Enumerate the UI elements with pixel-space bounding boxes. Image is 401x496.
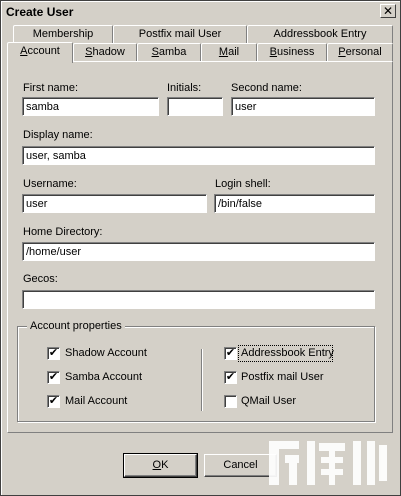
ok-button[interactable]: OK — [123, 453, 198, 478]
postfix-mail-user-label[interactable]: Postfix mail User — [241, 371, 324, 383]
second-name-label: Second name: — [231, 82, 302, 94]
username-input[interactable] — [22, 194, 207, 213]
check-mark-icon: ✔ — [48, 395, 59, 407]
addressbook-entry-checkbox[interactable]: ✔ — [224, 347, 237, 360]
display-name-input[interactable] — [22, 146, 375, 165]
tab-mail[interactable]: Mail — [201, 43, 257, 61]
gecos-input[interactable] — [22, 290, 375, 309]
username-label: Username: — [23, 178, 77, 190]
samba-account-label[interactable]: Samba Account — [65, 371, 142, 383]
qmail-user-checkbox[interactable] — [224, 395, 237, 408]
login-shell-input[interactable] — [214, 194, 375, 213]
shadow-account-checkbox[interactable]: ✔ — [47, 347, 60, 360]
shadow-account-label[interactable]: Shadow Account — [65, 347, 147, 359]
check-mark-icon: ✔ — [48, 371, 59, 383]
account-properties-title: Account properties — [27, 320, 125, 332]
first-name-label: First name: — [23, 82, 79, 94]
check-mark-icon: ✔ — [225, 371, 236, 383]
tab-membership[interactable]: Membership — [13, 25, 113, 43]
display-name-label: Display name: — [23, 129, 93, 141]
window-title: Create User — [6, 5, 74, 19]
tab-personal[interactable]: Personal — [327, 43, 393, 61]
first-name-input[interactable] — [22, 97, 159, 116]
check-mark-icon: ✔ — [225, 347, 236, 359]
home-directory-input[interactable] — [22, 242, 375, 261]
close-button[interactable]: ✕ — [380, 4, 396, 18]
check-mark-icon: ✔ — [48, 347, 59, 359]
second-name-input[interactable] — [231, 97, 375, 116]
group-divider — [201, 349, 202, 411]
addressbook-entry-label[interactable]: Addressbook Entry — [241, 347, 334, 359]
title-bar[interactable]: Create User ✕ — [2, 2, 399, 21]
mail-account-checkbox[interactable]: ✔ — [47, 395, 60, 408]
login-shell-label: Login shell: — [215, 178, 271, 190]
tab-postfix-mail-user[interactable]: Postfix mail User — [113, 25, 247, 43]
initials-input[interactable] — [167, 97, 223, 116]
postfix-mail-user-checkbox[interactable]: ✔ — [224, 371, 237, 384]
create-user-dialog: Create User ✕ Membership Postfix mail Us… — [0, 0, 401, 496]
tab-account[interactable]: Account — [7, 42, 73, 63]
samba-account-checkbox[interactable]: ✔ — [47, 371, 60, 384]
mail-account-label[interactable]: Mail Account — [65, 395, 127, 407]
initials-label: Initials: — [167, 82, 202, 94]
tab-addressbook-entry[interactable]: Addressbook Entry — [247, 25, 393, 43]
close-icon: ✕ — [382, 4, 394, 18]
home-directory-label: Home Directory: — [23, 226, 103, 238]
tab-shadow[interactable]: Shadow — [73, 43, 137, 61]
qmail-user-label[interactable]: QMail User — [241, 395, 296, 407]
watermark-logo-icon — [269, 441, 387, 485]
tab-samba[interactable]: Samba — [137, 43, 201, 61]
tab-business[interactable]: Business — [257, 43, 327, 61]
gecos-label: Gecos: — [23, 273, 58, 285]
